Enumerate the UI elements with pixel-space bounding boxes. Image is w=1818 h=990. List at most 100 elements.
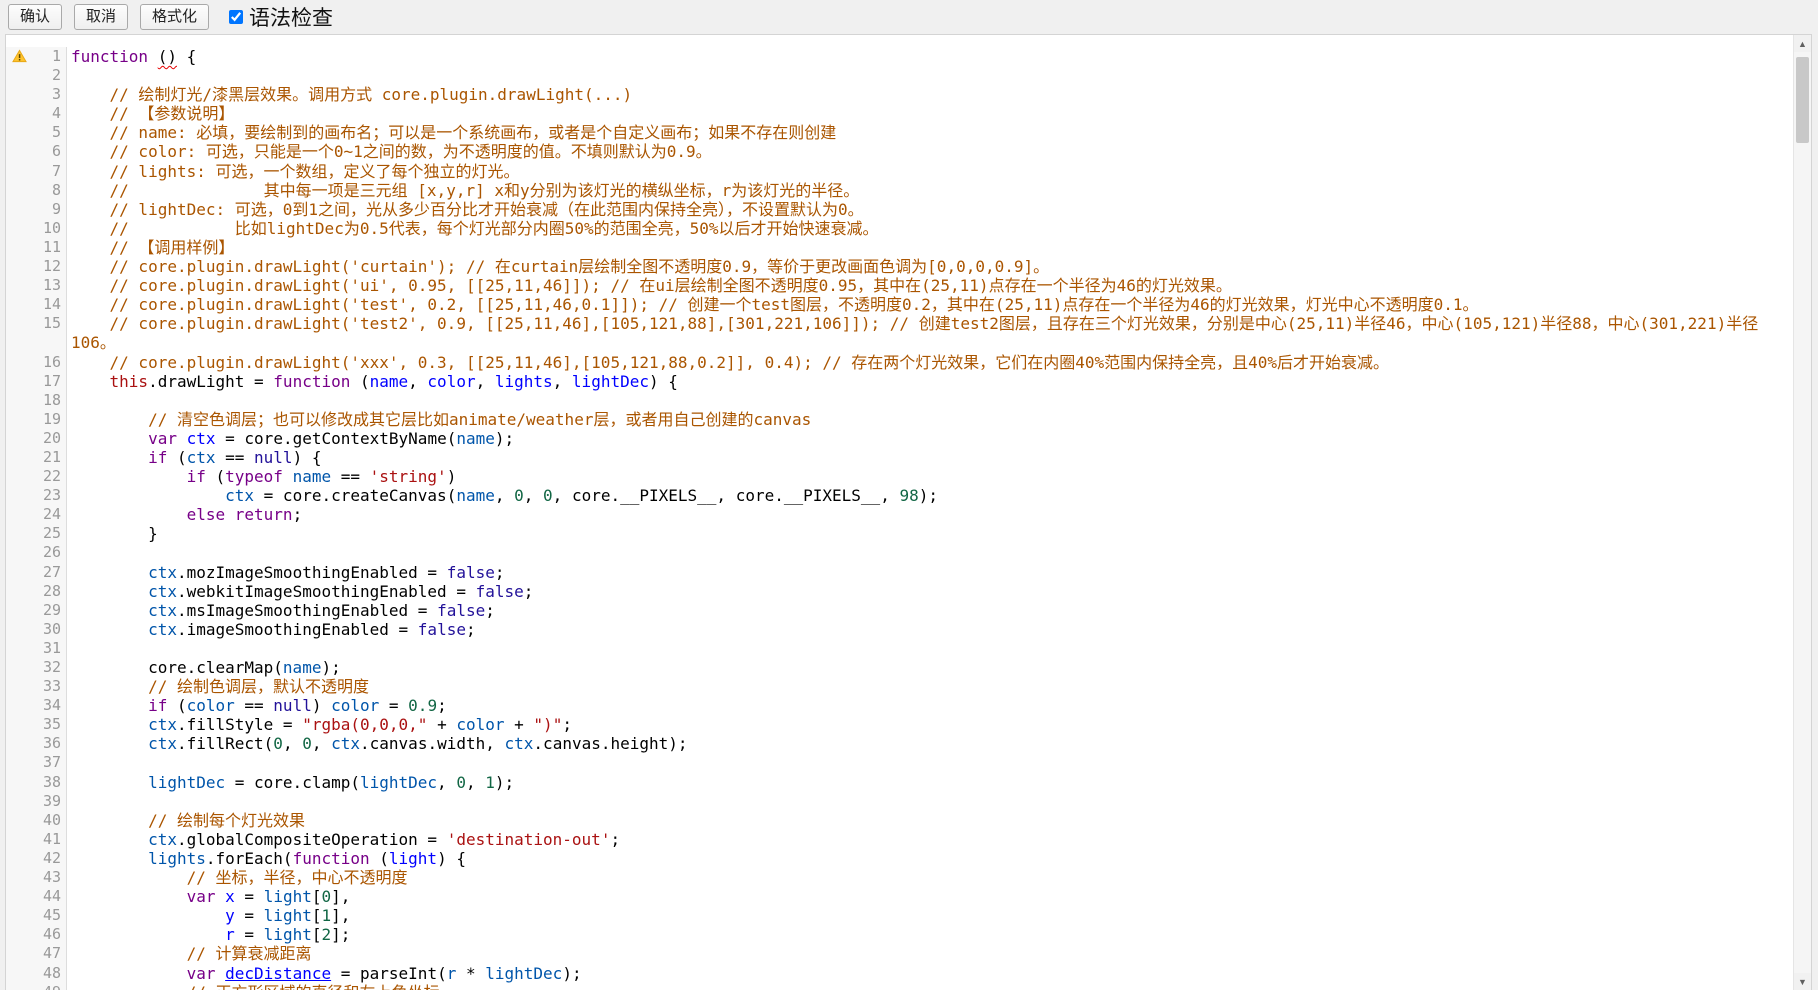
format-button[interactable]: 格式化 xyxy=(140,4,209,30)
code-line[interactable]: 46 r = light[2]; xyxy=(6,925,1794,944)
code-text[interactable] xyxy=(67,753,1794,772)
code-text[interactable]: // 绘制每个灯光效果 xyxy=(67,811,1794,830)
code-text[interactable]: this.drawLight = function (name, color, … xyxy=(67,372,1794,391)
code-text[interactable] xyxy=(67,66,1794,85)
code-text[interactable]: y = light[1], xyxy=(67,906,1794,925)
code-line[interactable]: 7 // lights: 可选，一个数组，定义了每个独立的灯光。 xyxy=(6,162,1794,181)
code-line[interactable]: 9 // lightDec: 可选，0到1之间，光从多少百分比才开始衰减（在此范… xyxy=(6,200,1794,219)
code-text[interactable]: ctx.msImageSmoothingEnabled = false; xyxy=(67,601,1794,620)
code-text[interactable]: ctx.fillStyle = "rgba(0,0,0," + color + … xyxy=(67,715,1794,734)
code-line[interactable]: 30 ctx.imageSmoothingEnabled = false; xyxy=(6,620,1794,639)
code-text[interactable]: ctx.fillRect(0, 0, ctx.canvas.width, ctx… xyxy=(67,734,1794,753)
code-line[interactable]: 31 xyxy=(6,639,1794,658)
code-text[interactable]: // core.plugin.drawLight('curtain'); // … xyxy=(67,257,1794,276)
code-text[interactable]: var ctx = core.getContextByName(name); xyxy=(67,429,1794,448)
code-text[interactable]: // color: 可选，只能是一个0~1之间的数，为不透明度的值。不填则默认为… xyxy=(67,142,1794,161)
code-text[interactable]: // core.plugin.drawLight('ui', 0.95, [[2… xyxy=(67,276,1794,295)
code-text[interactable]: ctx = core.createCanvas(name, 0, 0, core… xyxy=(67,486,1794,505)
code-text[interactable]: if (color == null) color = 0.9; xyxy=(67,696,1794,715)
code-line[interactable]: 23 ctx = core.createCanvas(name, 0, 0, c… xyxy=(6,486,1794,505)
code-text[interactable] xyxy=(67,391,1794,410)
code-text[interactable]: // name: 必填，要绘制到的画布名；可以是一个系统画布，或者是个自定义画布… xyxy=(67,123,1794,142)
code-line[interactable]: 49 // 正方形区域的直径和左上角坐标 xyxy=(6,983,1794,990)
code-text[interactable]: // 【参数说明】 xyxy=(67,104,1794,123)
code-line[interactable]: 36 ctx.fillRect(0, 0, ctx.canvas.width, … xyxy=(6,734,1794,753)
code-line[interactable]: 5 // name: 必填，要绘制到的画布名；可以是一个系统画布，或者是个自定义… xyxy=(6,123,1794,142)
code-text[interactable] xyxy=(67,543,1794,562)
code-text[interactable]: // core.plugin.drawLight('test', 0.2, [[… xyxy=(67,295,1794,314)
code-line[interactable]: 48 var decDistance = parseInt(r * lightD… xyxy=(6,964,1794,983)
code-line[interactable]: 32 core.clearMap(name); xyxy=(6,658,1794,677)
code-line[interactable]: 12 // core.plugin.drawLight('curtain'); … xyxy=(6,257,1794,276)
code-line[interactable]: 34 if (color == null) color = 0.9; xyxy=(6,696,1794,715)
code-line[interactable]: 19 // 清空色调层；也可以修改成其它层比如animate/weather层，… xyxy=(6,410,1794,429)
code-line[interactable]: 45 y = light[1], xyxy=(6,906,1794,925)
code-line[interactable]: 3 // 绘制灯光/漆黑层效果。调用方式 core.plugin.drawLig… xyxy=(6,85,1794,104)
code-line[interactable]: 11 // 【调用样例】 xyxy=(6,238,1794,257)
code-line[interactable]: 1function () { xyxy=(6,47,1794,66)
code-text[interactable]: // 清空色调层；也可以修改成其它层比如animate/weather层，或者用… xyxy=(67,410,1794,429)
code-line[interactable]: 47 // 计算衰减距离 xyxy=(6,944,1794,963)
code-line[interactable]: 13 // core.plugin.drawLight('ui', 0.95, … xyxy=(6,276,1794,295)
code-text[interactable]: if (typeof name == 'string') xyxy=(67,467,1794,486)
code-line[interactable]: 44 var x = light[0], xyxy=(6,887,1794,906)
code-text[interactable]: ctx.globalCompositeOperation = 'destinat… xyxy=(67,830,1794,849)
code-line[interactable]: 20 var ctx = core.getContextByName(name)… xyxy=(6,429,1794,448)
code-line[interactable]: 37 xyxy=(6,753,1794,772)
scroll-down-arrow-icon[interactable]: ▼ xyxy=(1794,973,1811,990)
code-line[interactable]: 33 // 绘制色调层，默认不透明度 xyxy=(6,677,1794,696)
code-text[interactable]: var x = light[0], xyxy=(67,887,1794,906)
code-line[interactable]: 8 // 其中每一项是三元组 [x,y,r] x和y分别为该灯光的横纵坐标，r为… xyxy=(6,181,1794,200)
code-text[interactable]: // core.plugin.drawLight('test2', 0.9, [… xyxy=(67,314,1794,352)
code-text[interactable]: lights.forEach(function (light) { xyxy=(67,849,1794,868)
code-text[interactable]: // 计算衰减距离 xyxy=(67,944,1794,963)
code-line[interactable]: 25 } xyxy=(6,524,1794,543)
code-line[interactable]: 27 ctx.mozImageSmoothingEnabled = false; xyxy=(6,563,1794,582)
code-line[interactable]: 15 // core.plugin.drawLight('test2', 0.9… xyxy=(6,314,1794,352)
code-text[interactable]: // lightDec: 可选，0到1之间，光从多少百分比才开始衰减（在此范围内… xyxy=(67,200,1794,219)
code-text[interactable]: ctx.imageSmoothingEnabled = false; xyxy=(67,620,1794,639)
code-line[interactable]: 42 lights.forEach(function (light) { xyxy=(6,849,1794,868)
code-lines[interactable]: 1function () {23 // 绘制灯光/漆黑层效果。调用方式 core… xyxy=(6,35,1794,990)
code-text[interactable]: else return; xyxy=(67,505,1794,524)
code-text[interactable]: function () { xyxy=(67,47,1794,66)
code-line[interactable]: 38 lightDec = core.clamp(lightDec, 0, 1)… xyxy=(6,773,1794,792)
code-text[interactable]: lightDec = core.clamp(lightDec, 0, 1); xyxy=(67,773,1794,792)
code-line[interactable]: 14 // core.plugin.drawLight('test', 0.2,… xyxy=(6,295,1794,314)
code-text[interactable]: // lights: 可选，一个数组，定义了每个独立的灯光。 xyxy=(67,162,1794,181)
code-line[interactable]: 29 ctx.msImageSmoothingEnabled = false; xyxy=(6,601,1794,620)
code-text[interactable]: // 【调用样例】 xyxy=(67,238,1794,257)
code-line[interactable]: 41 ctx.globalCompositeOperation = 'desti… xyxy=(6,830,1794,849)
code-text[interactable]: r = light[2]; xyxy=(67,925,1794,944)
code-text[interactable]: // core.plugin.drawLight('xxx', 0.3, [[2… xyxy=(67,353,1794,372)
code-line[interactable]: 39 xyxy=(6,792,1794,811)
scrollbar-thumb[interactable] xyxy=(1796,57,1809,143)
code-text[interactable]: core.clearMap(name); xyxy=(67,658,1794,677)
code-line[interactable]: 16 // core.plugin.drawLight('xxx', 0.3, … xyxy=(6,353,1794,372)
code-line[interactable]: 10 // 比如lightDec为0.5代表，每个灯光部分内圈50%的范围全亮，… xyxy=(6,219,1794,238)
code-line[interactable]: 40 // 绘制每个灯光效果 xyxy=(6,811,1794,830)
code-text[interactable]: // 比如lightDec为0.5代表，每个灯光部分内圈50%的范围全亮，50%… xyxy=(67,219,1794,238)
code-text[interactable]: // 正方形区域的直径和左上角坐标 xyxy=(67,983,1794,990)
code-line[interactable]: 21 if (ctx == null) { xyxy=(6,448,1794,467)
code-text[interactable]: // 绘制色调层，默认不透明度 xyxy=(67,677,1794,696)
code-line[interactable]: 4 // 【参数说明】 xyxy=(6,104,1794,123)
code-text[interactable]: // 其中每一项是三元组 [x,y,r] x和y分别为该灯光的横纵坐标，r为该灯… xyxy=(67,181,1794,200)
code-text[interactable]: ctx.webkitImageSmoothingEnabled = false; xyxy=(67,582,1794,601)
code-line[interactable]: 35 ctx.fillStyle = "rgba(0,0,0," + color… xyxy=(6,715,1794,734)
code-text[interactable]: } xyxy=(67,524,1794,543)
code-line[interactable]: 24 else return; xyxy=(6,505,1794,524)
code-line[interactable]: 2 xyxy=(6,66,1794,85)
code-line[interactable]: 28 ctx.webkitImageSmoothingEnabled = fal… xyxy=(6,582,1794,601)
code-text[interactable] xyxy=(67,639,1794,658)
code-line[interactable]: 26 xyxy=(6,543,1794,562)
code-text[interactable]: ctx.mozImageSmoothingEnabled = false; xyxy=(67,563,1794,582)
cancel-button[interactable]: 取消 xyxy=(74,4,128,30)
code-text[interactable]: // 绘制灯光/漆黑层效果。调用方式 core.plugin.drawLight… xyxy=(67,85,1794,104)
code-line[interactable]: 17 this.drawLight = function (name, colo… xyxy=(6,372,1794,391)
code-line[interactable]: 18 xyxy=(6,391,1794,410)
code-line[interactable]: 6 // color: 可选，只能是一个0~1之间的数，为不透明度的值。不填则默… xyxy=(6,142,1794,161)
syntax-check-checkbox[interactable] xyxy=(229,10,243,24)
code-editor[interactable]: 1function () {23 // 绘制灯光/漆黑层效果。调用方式 core… xyxy=(5,34,1812,990)
code-line[interactable]: 22 if (typeof name == 'string') xyxy=(6,467,1794,486)
